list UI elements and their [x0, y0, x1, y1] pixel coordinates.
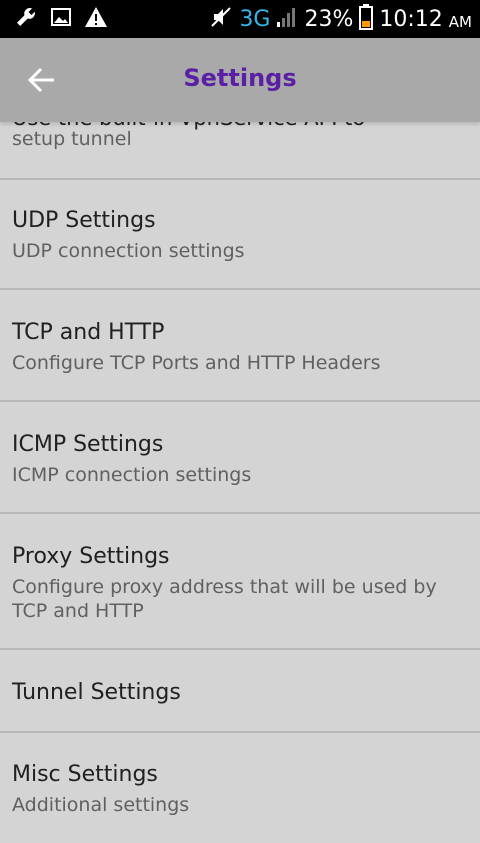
setting-subtitle: ICMP connection settings	[12, 464, 252, 486]
battery-icon	[359, 4, 374, 34]
app-bar: Settings	[0, 38, 480, 122]
mute-icon	[209, 5, 233, 33]
notification-icons	[14, 7, 108, 31]
network-type: 3G	[239, 6, 271, 32]
wrench-icon	[14, 5, 38, 33]
setting-subtitle: setup tunnel	[12, 128, 132, 150]
status-bar: 3G 23% 10:12 AM	[0, 0, 480, 38]
battery-percent: 23%	[304, 6, 354, 32]
setting-title: Tunnel Settings	[12, 680, 181, 705]
system-status: 3G 23% 10:12 AM	[209, 4, 472, 34]
page-title: Settings	[183, 64, 297, 92]
clock-time: 10:12	[379, 6, 443, 32]
icmp-settings-item[interactable]: ICMP Settings ICMP connection settings	[0, 402, 480, 514]
image-icon	[50, 6, 72, 32]
setting-title: UDP Settings	[12, 208, 156, 233]
misc-settings-item[interactable]: Misc Settings Additional settings	[0, 733, 480, 843]
udp-settings-item[interactable]: UDP Settings UDP connection settings	[0, 180, 480, 290]
setting-subtitle: UDP connection settings	[12, 240, 245, 262]
tcp-http-item[interactable]: TCP and HTTP Configure TCP Ports and HTT…	[0, 290, 480, 402]
setting-subtitle: Additional settings	[12, 794, 190, 816]
setting-title: ICMP Settings	[12, 432, 164, 457]
setting-subtitle: Configure proxy address that will be use…	[12, 576, 437, 622]
proxy-settings-item[interactable]: Proxy Settings Configure proxy address t…	[0, 514, 480, 650]
signal-icon	[276, 6, 298, 32]
setting-subtitle: Configure TCP Ports and HTTP Headers	[12, 352, 381, 374]
clock-ampm: AM	[448, 13, 472, 31]
setting-title: Misc Settings	[12, 762, 158, 787]
tunnel-settings-item[interactable]: Tunnel Settings	[0, 650, 480, 733]
setting-title: Proxy Settings	[12, 544, 170, 569]
setting-title: TCP and HTTP	[12, 320, 165, 345]
warning-icon	[84, 6, 108, 32]
